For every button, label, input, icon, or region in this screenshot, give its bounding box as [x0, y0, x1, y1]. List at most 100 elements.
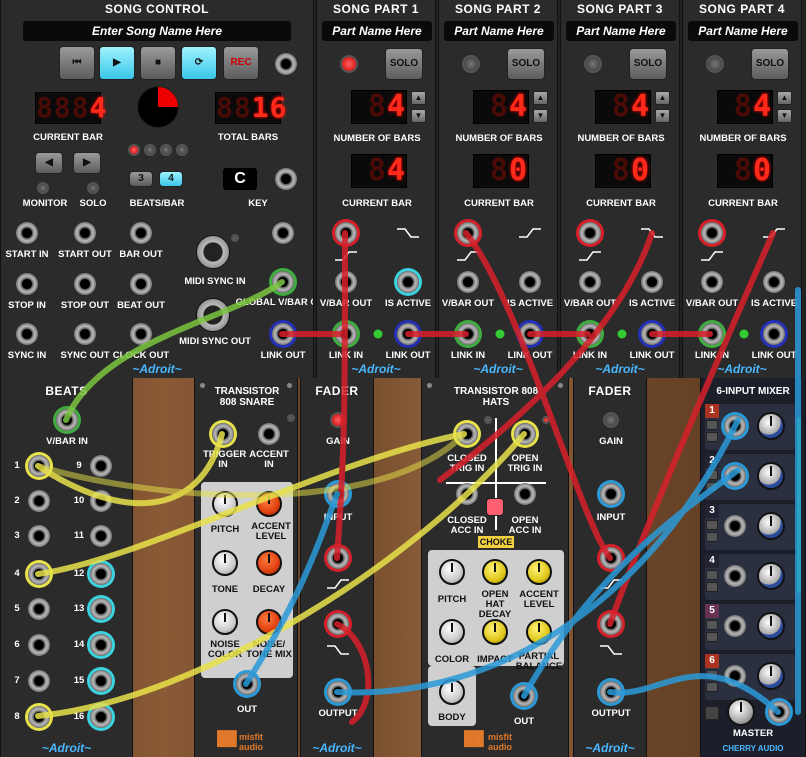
part-red-jack[interactable]	[701, 222, 723, 244]
beat-jack-left[interactable]	[28, 706, 50, 728]
part-is-active-jack[interactable]	[641, 271, 663, 293]
beat-jack-left[interactable]	[28, 455, 50, 477]
beats-4-button[interactable]: 4	[159, 171, 183, 187]
stop-out-jack[interactable]	[74, 273, 96, 295]
song-name-field[interactable]: Enter Song Name Here	[23, 21, 291, 41]
part-solo-button[interactable]: SOLO	[507, 48, 545, 80]
mixer-channel-level-knob[interactable]	[757, 412, 785, 440]
part-name-field[interactable]: Part Name Here	[566, 21, 676, 41]
hats-closed-acc-in-jack[interactable]	[456, 483, 478, 505]
mixer-channel-solo-button[interactable]	[706, 632, 718, 642]
part-is-active-jack[interactable]	[519, 271, 541, 293]
start-out-jack[interactable]	[74, 222, 96, 244]
hats-color-knob[interactable]	[439, 619, 465, 645]
bars-down-button[interactable]: ▼	[411, 109, 426, 123]
snare-noise-color-knob[interactable]	[212, 609, 238, 635]
hats-accent-level-knob[interactable]	[526, 559, 552, 585]
beat-jack-right[interactable]	[90, 598, 112, 620]
part-link-in-jack[interactable]	[701, 323, 723, 345]
bars-down-button[interactable]: ▼	[533, 109, 548, 123]
beat-jack-right[interactable]	[90, 670, 112, 692]
part-red-jack[interactable]	[457, 222, 479, 244]
record-button[interactable]: REC	[223, 46, 259, 80]
fader-1-output-jack[interactable]	[327, 681, 349, 703]
part-link-out-jack[interactable]	[641, 323, 663, 345]
hats-open-trig-in-jack[interactable]	[514, 423, 536, 445]
beat-jack-left[interactable]	[28, 670, 50, 692]
fader-2-input-jack[interactable]	[600, 483, 622, 505]
part-vbar-out-jack[interactable]	[457, 271, 479, 293]
part-link-out-jack[interactable]	[519, 323, 541, 345]
mixer-channel-level-knob[interactable]	[757, 562, 785, 590]
beat-jack-left[interactable]	[28, 598, 50, 620]
mixer-channel-input-jack[interactable]	[724, 615, 746, 637]
snare-tone-knob[interactable]	[212, 550, 238, 576]
hats-body-knob[interactable]	[439, 679, 465, 705]
mixer-channel-mute-button[interactable]	[706, 520, 718, 530]
mixer-channel-level-knob[interactable]	[757, 662, 785, 690]
sync-out-jack[interactable]	[74, 323, 96, 345]
fader-1-input-jack[interactable]	[327, 483, 349, 505]
part-solo-button[interactable]: SOLO	[629, 48, 667, 80]
fader-2-output-jack[interactable]	[600, 681, 622, 703]
master-mute-button[interactable]	[705, 706, 719, 720]
beat-jack-right[interactable]	[90, 706, 112, 728]
mixer-channel-level-knob[interactable]	[757, 512, 785, 540]
part-name-field[interactable]: Part Name Here	[688, 21, 798, 41]
midi-sync-out-port[interactable]	[196, 298, 230, 332]
mixer-channel-mute-button[interactable]	[706, 670, 718, 680]
beat-jack-left[interactable]	[28, 634, 50, 656]
snare-noise-tone-mix-knob[interactable]	[256, 609, 282, 635]
mixer-channel-solo-button[interactable]	[706, 482, 718, 492]
bars-up-button[interactable]: ▲	[655, 91, 670, 105]
choke-button[interactable]	[486, 498, 504, 516]
hats-out-jack[interactable]	[513, 685, 535, 707]
bars-up-button[interactable]: ▲	[533, 91, 548, 105]
bar-out-jack[interactable]	[130, 222, 152, 244]
mixer-channel-level-knob[interactable]	[757, 462, 785, 490]
snare-trigger-in-jack[interactable]	[212, 423, 234, 445]
mixer-channel-level-knob[interactable]	[757, 612, 785, 640]
midi-sync-in-port[interactable]	[196, 235, 230, 269]
loop-button[interactable]: ⟳	[181, 46, 217, 80]
start-in-jack[interactable]	[16, 222, 38, 244]
stop-button[interactable]: ■	[140, 46, 176, 80]
beat-jack-right[interactable]	[90, 634, 112, 656]
mixer-channel-solo-button[interactable]	[706, 532, 718, 542]
master-out-jack[interactable]	[768, 701, 790, 723]
hats-pitch-knob[interactable]	[439, 559, 465, 585]
fader-1-fall-jack[interactable]	[327, 613, 349, 635]
part-link-in-jack[interactable]	[457, 323, 479, 345]
global-jack-top[interactable]	[272, 222, 294, 244]
fader-1-rise-jack[interactable]	[327, 547, 349, 569]
part-name-field[interactable]: Part Name Here	[322, 21, 432, 41]
mixer-channel-mute-button[interactable]	[706, 620, 718, 630]
part-is-active-jack[interactable]	[763, 271, 785, 293]
part-link-in-jack[interactable]	[579, 323, 601, 345]
monitor-prev-button[interactable]: ◀	[35, 152, 63, 174]
beat-out-jack[interactable]	[130, 273, 152, 295]
rewind-button[interactable]: ⏮	[59, 46, 95, 80]
beats-vbar-in-jack[interactable]	[56, 409, 78, 431]
mixer-channel-input-jack[interactable]	[724, 665, 746, 687]
mixer-channel-input-jack[interactable]	[724, 465, 746, 487]
sync-in-jack[interactable]	[16, 323, 38, 345]
part-link-out-jack[interactable]	[397, 323, 419, 345]
mixer-channel-mute-button[interactable]	[706, 570, 718, 580]
part-vbar-out-jack[interactable]	[701, 271, 723, 293]
beat-jack-left[interactable]	[28, 525, 50, 547]
hats-impact-knob[interactable]	[482, 619, 508, 645]
mixer-channel-mute-button[interactable]	[706, 420, 718, 430]
hats-open-acc-in-jack[interactable]	[514, 483, 536, 505]
snare-out-jack[interactable]	[236, 673, 258, 695]
part-solo-button[interactable]: SOLO	[751, 48, 789, 80]
part-vbar-out-jack[interactable]	[335, 271, 357, 293]
beat-jack-right[interactable]	[90, 455, 112, 477]
song-control-link-out-jack[interactable]	[272, 323, 294, 345]
beat-jack-left[interactable]	[28, 563, 50, 585]
mixer-channel-input-jack[interactable]	[724, 415, 746, 437]
fader-2-rise-jack[interactable]	[600, 547, 622, 569]
part-red-jack[interactable]	[335, 222, 357, 244]
bars-up-button[interactable]: ▲	[411, 91, 426, 105]
beat-jack-right[interactable]	[90, 563, 112, 585]
